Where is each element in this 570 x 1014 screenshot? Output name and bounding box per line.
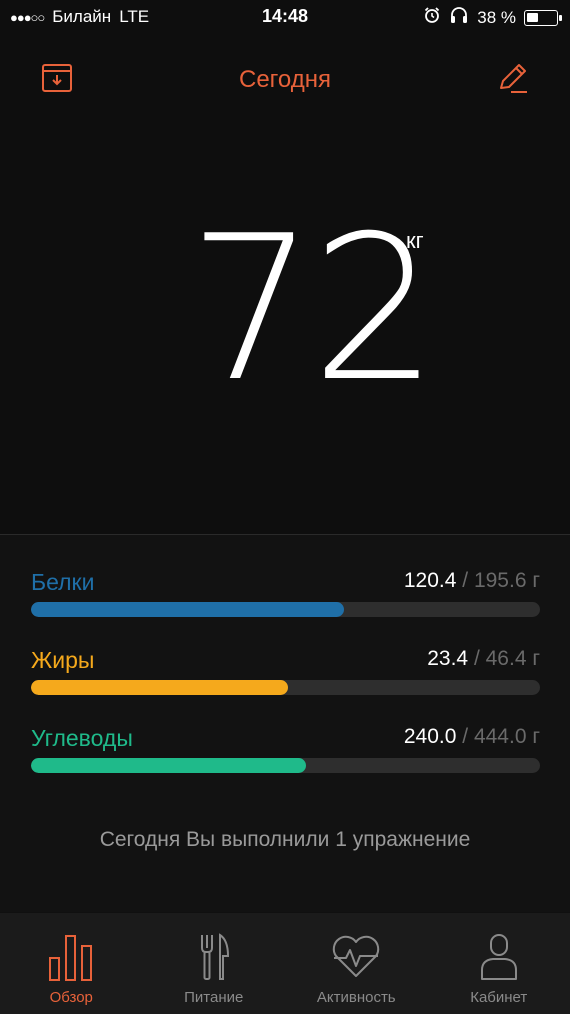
tab-label: Обзор (49, 989, 93, 1006)
battery-percent: 38 % (477, 7, 516, 27)
user-icon (469, 931, 529, 983)
macro-progress-fill (31, 758, 306, 773)
section-divider (0, 534, 570, 535)
macro-separator: / (468, 647, 486, 670)
status-bar: ●●●○○ Билайн LTE 14:48 38 % (0, 0, 570, 34)
macro-target: 444.0 г (473, 725, 540, 748)
tab-label: Питание (184, 989, 244, 1006)
tab-activity[interactable]: Активность (285, 913, 428, 1014)
macro-values: 23.4 / 46.4 г (427, 647, 540, 671)
tab-nutrition[interactable]: Питание (143, 913, 286, 1014)
macro-target: 195.6 г (473, 569, 540, 592)
macro-separator: / (456, 569, 474, 592)
tab-profile[interactable]: Кабинет (428, 913, 570, 1014)
macro-current: 120.4 (403, 569, 457, 592)
macro-values: 240.0 / 444.0 г (404, 725, 540, 749)
macro-current: 240.0 (403, 725, 457, 748)
page-title: Сегодня (239, 66, 331, 93)
weight-unit: кг (406, 228, 424, 253)
alarm-icon (423, 6, 441, 29)
macro-label: Белки (31, 569, 95, 595)
macro-values: 120.4 / 195.6 г (404, 569, 540, 593)
tab-label: Кабинет (470, 989, 528, 1006)
macro-progress-fill (31, 602, 345, 617)
fork-knife-icon (184, 931, 244, 983)
edit-button[interactable] (492, 60, 532, 100)
tab-label: Активность (316, 989, 396, 1006)
battery-icon (524, 9, 562, 26)
bar-chart-icon (41, 931, 101, 983)
macro-target: 46.4 г (485, 647, 540, 670)
status-right: 38 % (423, 6, 562, 29)
exercise-summary[interactable]: Сегодня Вы выполнили 1 упражнение (0, 828, 570, 852)
macro-progress-track (31, 680, 540, 695)
macro-label: Жиры (31, 647, 95, 673)
battery-level (527, 12, 538, 22)
pencil-icon (495, 61, 529, 100)
heart-pulse-icon (326, 931, 386, 983)
macro-current: 23.4 (427, 647, 469, 670)
macro-label: Углеводы (31, 725, 133, 751)
macro-progress-track (31, 602, 540, 617)
macro-progress-track (31, 758, 540, 773)
headphones-icon (449, 6, 469, 29)
macro-progress-fill (31, 680, 288, 695)
tab-bar: Обзор Питание Активность Кабинет (0, 912, 570, 1014)
macro-separator: / (456, 725, 474, 748)
weight-value[interactable]: 72 (188, 210, 438, 410)
tab-overview[interactable]: Обзор (0, 913, 143, 1014)
